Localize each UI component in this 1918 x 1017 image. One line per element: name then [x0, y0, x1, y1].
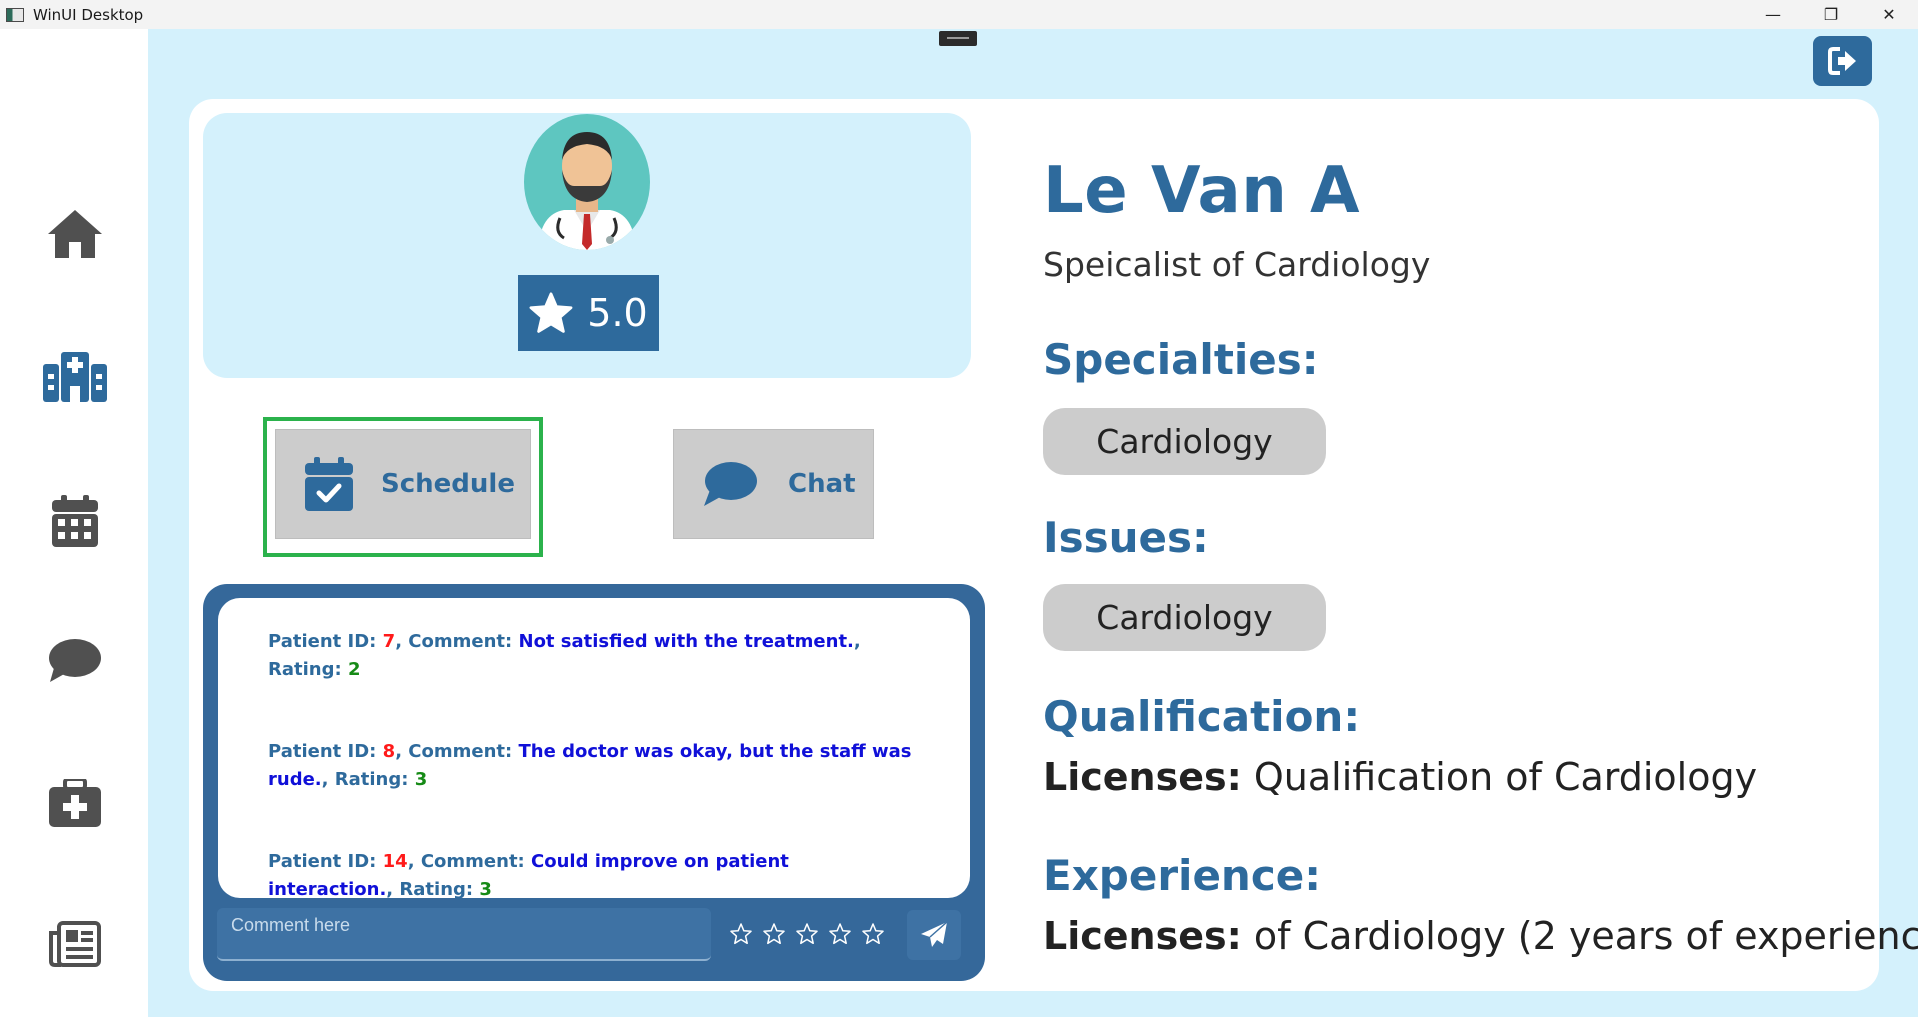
close-button[interactable]: ✕ — [1860, 0, 1918, 29]
specialty-chip: Cardiology — [1043, 408, 1326, 475]
chat-button[interactable]: Chat — [673, 429, 874, 539]
rating-value: 5.0 — [587, 291, 648, 335]
hospital-icon — [43, 352, 107, 402]
comments-panel: Patient ID: 7, Comment: Not satisfied wi… — [203, 584, 985, 981]
send-icon — [921, 921, 948, 947]
doctor-name: Le Van A — [1043, 154, 1361, 228]
chat-bubble-icon — [704, 462, 757, 506]
experience-value: of Cardiology (2 years of experiences) — [1253, 914, 1918, 958]
qualification-label: Licenses: — [1043, 755, 1242, 799]
window-title: WinUI Desktop — [33, 5, 144, 24]
star-outline-icon[interactable] — [729, 922, 753, 946]
star-outline-icon[interactable] — [762, 922, 786, 946]
doctor-card: 5.0 Schedule Chat Patient ID: 7, Comment… — [189, 99, 1918, 991]
drag-handle[interactable] — [939, 31, 977, 46]
calendar-icon — [52, 495, 98, 547]
rating-stars-input — [729, 922, 885, 946]
issue-chip: Cardiology — [1043, 584, 1326, 651]
comment-item: Patient ID: 7, Comment: Not satisfied wi… — [268, 631, 861, 680]
issues-heading: Issues: — [1043, 513, 1209, 562]
sidebar-item-medical-kit[interactable] — [40, 768, 110, 838]
sidebar-item-news[interactable] — [40, 909, 110, 979]
app-icon — [6, 7, 24, 22]
sidebar-item-chat[interactable] — [40, 626, 110, 696]
title-bar: WinUI Desktop — ❐ ✕ — [0, 0, 1918, 29]
experience-line: Licenses: of Cardiology (2 years of expe… — [1043, 914, 1918, 958]
rating-badge: 5.0 — [518, 275, 659, 351]
comment-item: Patient ID: 14, Comment: Could improve o… — [268, 851, 789, 900]
chat-label: Chat — [788, 469, 856, 499]
experience-heading: Experience: — [1043, 851, 1322, 900]
star-outline-icon[interactable] — [795, 922, 819, 946]
calendar-check-icon — [305, 457, 353, 511]
doctor-title: Speicalist of Cardiology — [1043, 245, 1431, 284]
doctor-avatar — [524, 114, 650, 250]
schedule-button[interactable]: Schedule — [275, 429, 531, 539]
comments-list[interactable]: Patient ID: 7, Comment: Not satisfied wi… — [218, 598, 970, 900]
qualification-line: Licenses: Qualification of Cardiology — [1043, 755, 1757, 799]
minimize-button[interactable]: — — [1744, 0, 1802, 29]
main-area: 5.0 Schedule Chat Patient ID: 7, Comment… — [148, 29, 1918, 1017]
home-icon — [48, 210, 102, 258]
profile-box: 5.0 — [203, 113, 971, 378]
specialties-heading: Specialties: — [1043, 335, 1319, 384]
star-icon — [529, 292, 573, 333]
qualification-heading: Qualification: — [1043, 692, 1361, 741]
comment-input[interactable]: Comment here — [217, 908, 711, 961]
chat-bubble-icon — [49, 639, 101, 682]
sidebar-item-calendar[interactable] — [40, 486, 110, 556]
star-outline-icon[interactable] — [861, 922, 885, 946]
logout-button[interactable] — [1813, 36, 1872, 86]
newspaper-icon — [49, 921, 101, 967]
schedule-label: Schedule — [381, 469, 515, 499]
star-outline-icon[interactable] — [828, 922, 852, 946]
sidebar-item-home[interactable] — [40, 199, 110, 269]
logout-icon — [1827, 47, 1856, 75]
experience-label: Licenses: — [1043, 914, 1242, 958]
restore-button[interactable]: ❐ — [1802, 0, 1860, 29]
sidebar — [0, 29, 148, 1017]
qualification-value: Qualification of Cardiology — [1253, 755, 1758, 799]
comment-item: Patient ID: 8, Comment: The doctor was o… — [268, 741, 912, 790]
send-comment-button[interactable] — [907, 910, 961, 960]
sidebar-item-hospital[interactable] — [40, 342, 110, 412]
medical-kit-icon — [49, 779, 101, 827]
